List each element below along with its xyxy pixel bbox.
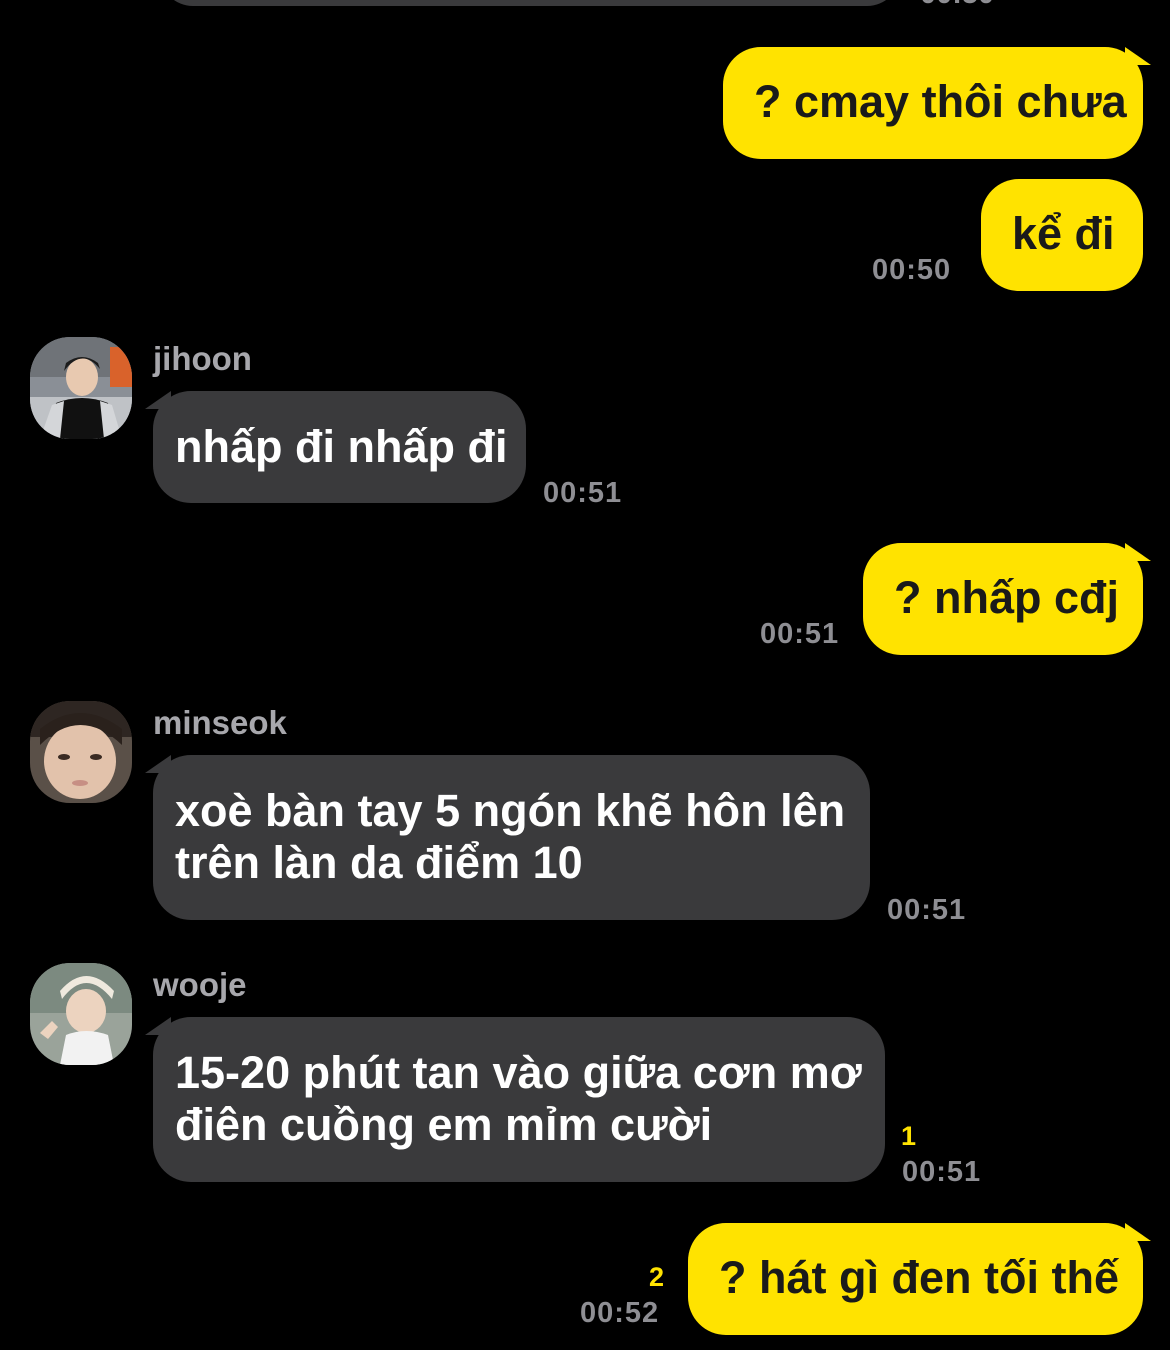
bubble-tail xyxy=(145,391,171,409)
unread-count: 2 xyxy=(649,1262,665,1292)
message-text: ? nhấp cđj xyxy=(894,572,1119,623)
message-text: nhấp đi nhấp đi xyxy=(175,421,508,472)
sender-name: jihoon xyxy=(153,340,252,377)
previous-message-time: 00:50 xyxy=(920,0,994,11)
minseok-avatar[interactable] xyxy=(30,701,132,803)
message-time: 00:51 xyxy=(760,618,840,650)
message-time: 00:51 xyxy=(543,477,623,509)
message-text: kể đi xyxy=(1012,208,1115,259)
outgoing-message-bubble[interactable]: ? hát gì đen tối thế xyxy=(688,1223,1143,1335)
outgoing-message-bubble[interactable]: ? nhấp cđj xyxy=(863,543,1143,655)
outgoing-message-bubble[interactable]: ? cmay thôi chưa xyxy=(723,47,1143,159)
incoming-message-bubble[interactable]: xoè bàn tay 5 ngón khẽ hôn lên trên làn … xyxy=(153,755,870,920)
message-time: 00:50 xyxy=(872,254,952,286)
incoming-message-bubble[interactable]: 15-20 phút tan vào giữa cơn mơ điên cuồn… xyxy=(153,1017,885,1182)
message-text: ? cmay thôi chưa xyxy=(754,76,1127,127)
wooje-avatar[interactable] xyxy=(30,963,132,1065)
sender-name: wooje xyxy=(153,966,247,1003)
incoming-message-bubble[interactable]: nhấp đi nhấp đi xyxy=(153,391,526,503)
profile-photo-icon xyxy=(30,337,132,439)
bubble-tail xyxy=(145,1017,171,1035)
bubble-tail xyxy=(1125,47,1151,65)
unread-count: 1 xyxy=(901,1121,917,1151)
message-text-line: xoè bàn tay 5 ngón khẽ hôn lên xyxy=(175,785,846,836)
message-text-line: trên làn da điểm 10 xyxy=(175,837,583,888)
message-text-line: 15-20 phút tan vào giữa cơn mơ xyxy=(175,1047,862,1098)
outgoing-message-bubble[interactable]: kể đi xyxy=(981,179,1143,291)
message-time: 00:51 xyxy=(902,1156,982,1188)
bubble-tail xyxy=(145,755,171,773)
sender-name: minseok xyxy=(153,704,287,741)
bubble-tail xyxy=(1125,1223,1151,1241)
bubble-tail xyxy=(1125,543,1151,561)
message-time: 00:51 xyxy=(887,894,967,926)
message-text-line: điên cuồng em mỉm cười xyxy=(175,1099,713,1150)
jihoon-avatar[interactable] xyxy=(30,337,132,439)
profile-photo-icon xyxy=(30,701,132,803)
message-time: 00:52 xyxy=(580,1297,660,1329)
profile-photo-icon xyxy=(30,963,132,1065)
previous-message-bubble[interactable] xyxy=(160,0,900,6)
message-text: ? hát gì đen tối thế xyxy=(719,1252,1119,1303)
